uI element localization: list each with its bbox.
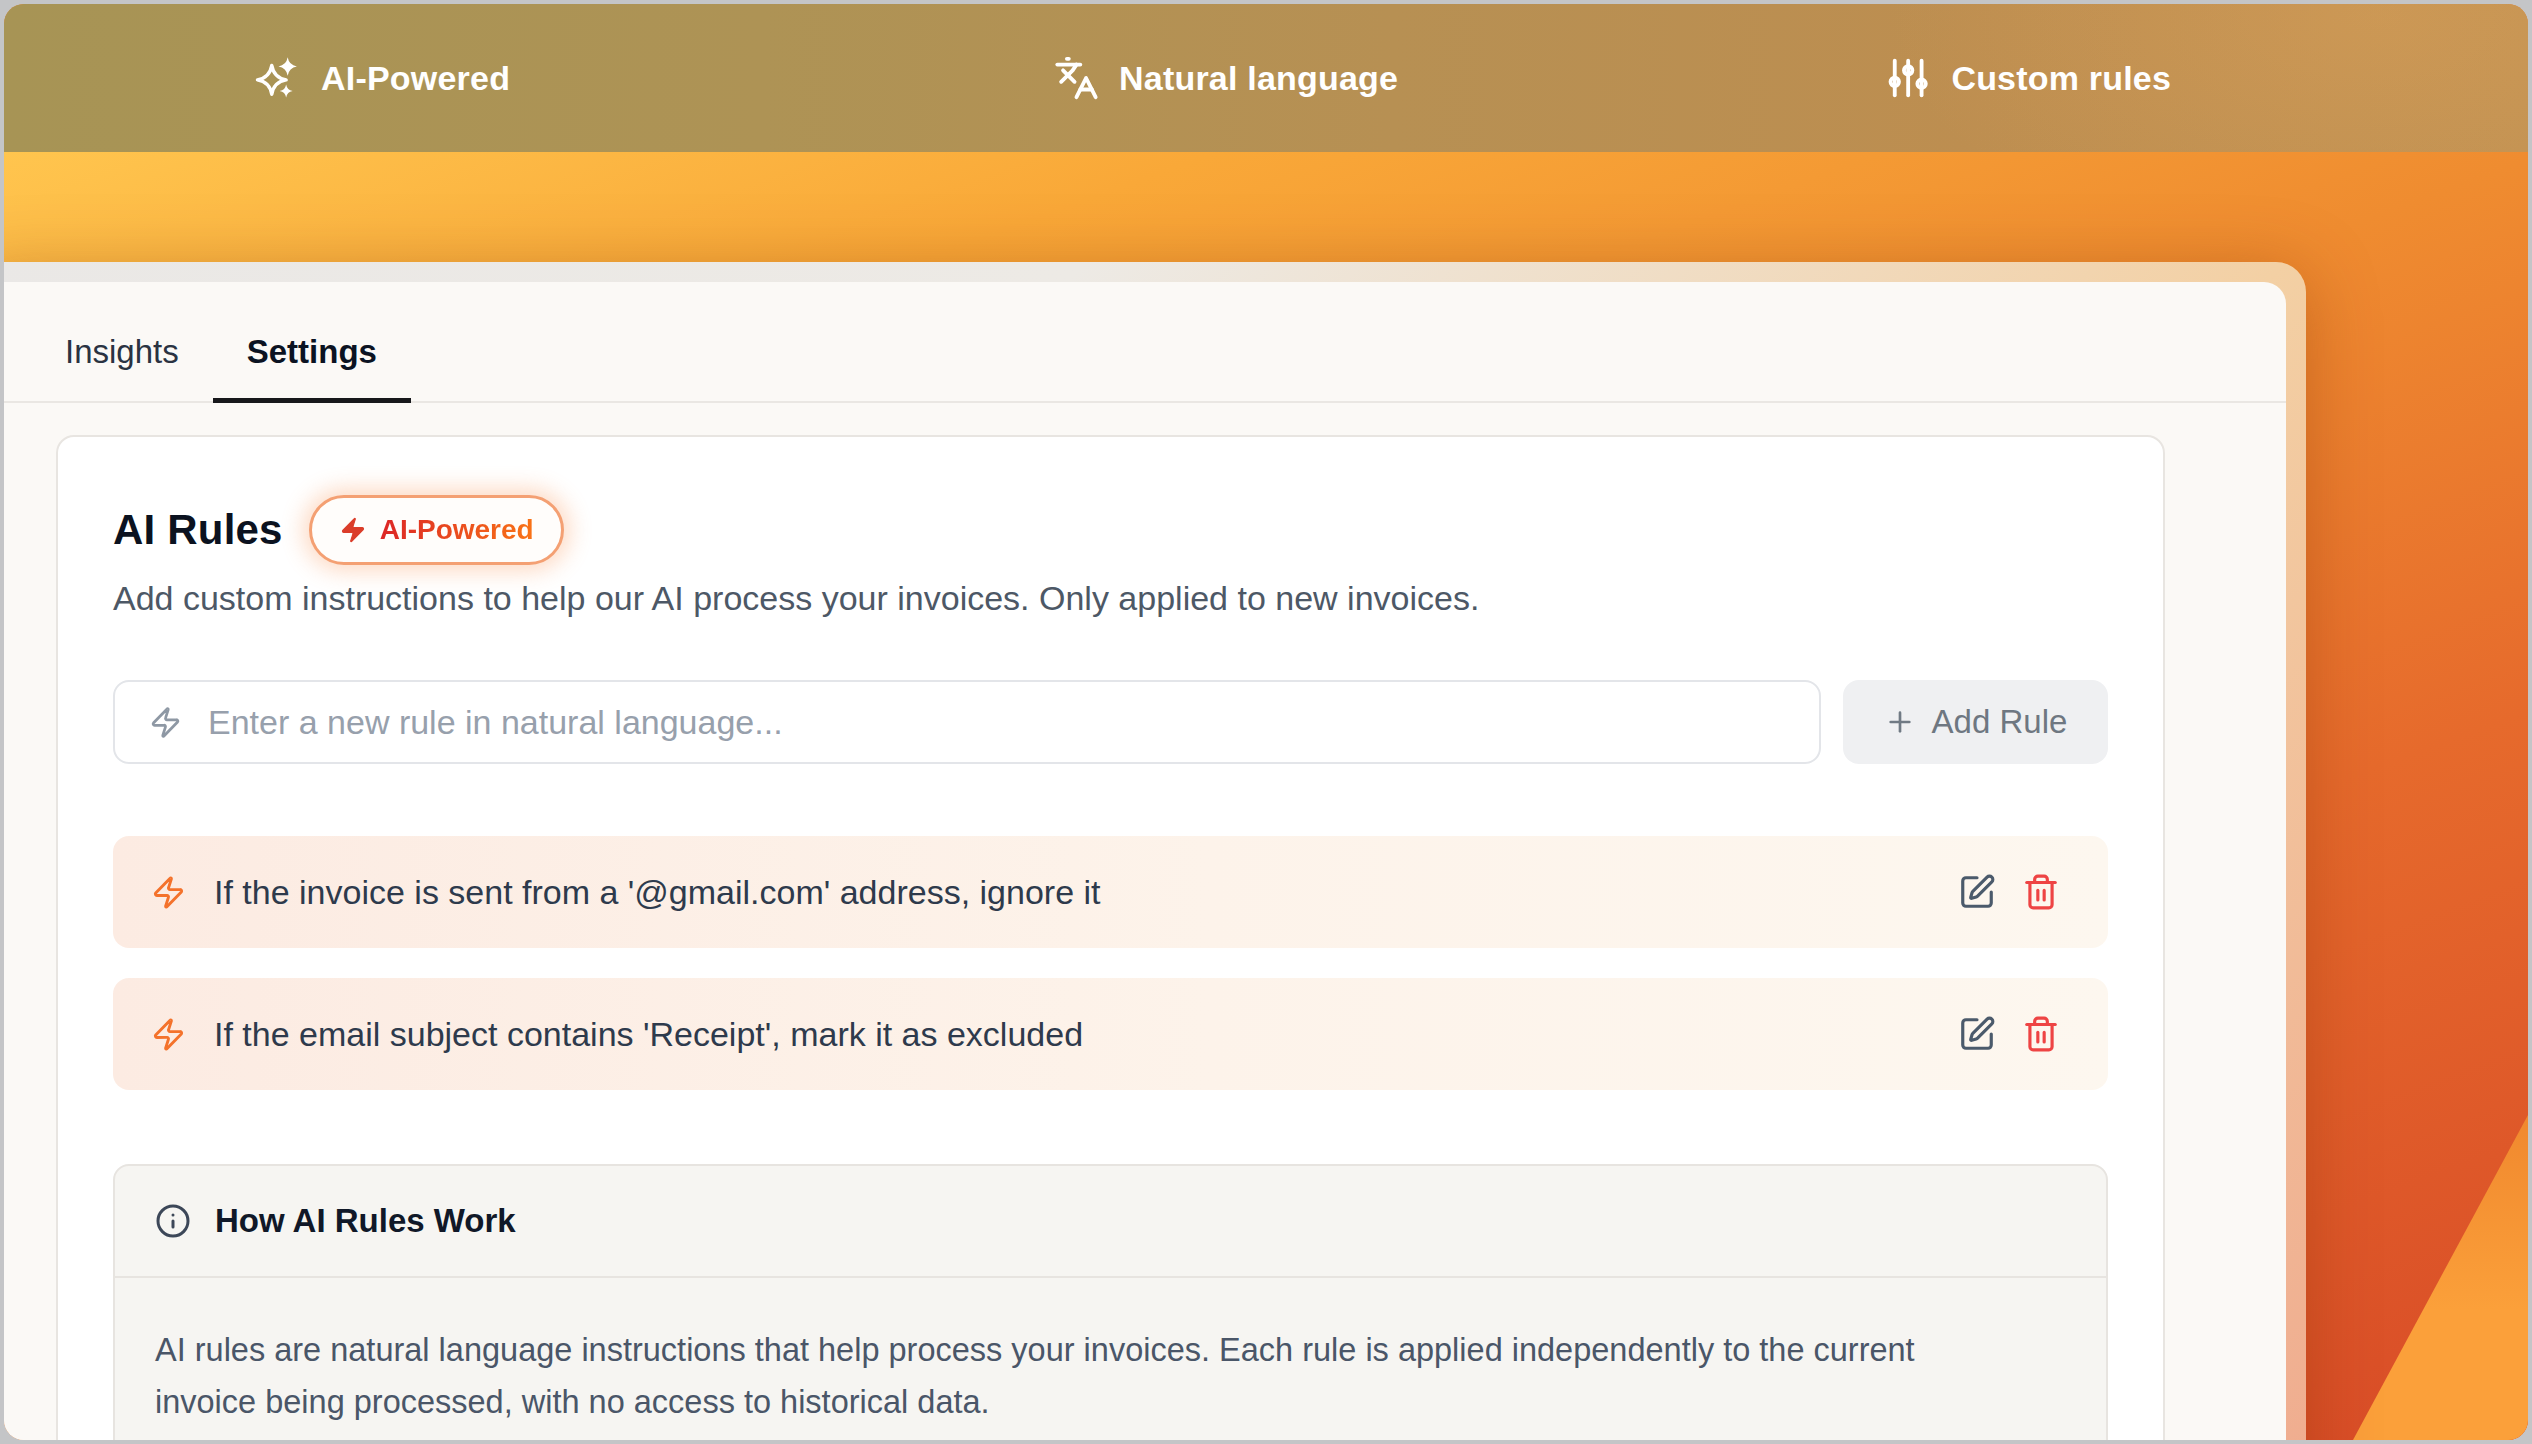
zap-icon xyxy=(151,1017,186,1052)
screenshot-frame: AI-Powered Natural language Custom rules… xyxy=(4,4,2528,1440)
zap-icon xyxy=(339,516,367,544)
card-title: AI Rules xyxy=(113,506,283,554)
banner-label: AI-Powered xyxy=(321,59,510,98)
banner-item-custom-rules: Custom rules xyxy=(1885,4,2171,152)
tab-insights[interactable]: Insights xyxy=(31,333,213,401)
rule-text: If the email subject contains 'Receipt',… xyxy=(214,1015,1958,1054)
how-title: How AI Rules Work xyxy=(215,1202,516,1240)
delete-rule-button[interactable] xyxy=(2022,1015,2060,1053)
banner-item-natural-language: Natural language xyxy=(1053,4,1398,152)
new-rule-input[interactable] xyxy=(208,703,1785,742)
zap-icon xyxy=(151,875,186,910)
sparkles-icon xyxy=(255,55,301,101)
edit-icon xyxy=(1958,1015,1996,1053)
tab-bar: Insights Settings xyxy=(4,282,2286,403)
how-header: How AI Rules Work xyxy=(115,1166,2106,1278)
ai-powered-badge: AI-Powered xyxy=(309,495,564,565)
feature-banner: AI-Powered Natural language Custom rules xyxy=(4,4,2528,152)
zap-icon xyxy=(149,706,182,739)
banner-label: Custom rules xyxy=(1951,59,2171,98)
rule-input-wrap xyxy=(113,680,1821,764)
edit-rule-button[interactable] xyxy=(1958,1015,1996,1053)
languages-icon xyxy=(1053,55,1099,101)
sliders-icon xyxy=(1885,55,1931,101)
rule-row: If the invoice is sent from a '@gmail.co… xyxy=(113,836,2108,948)
trash-icon xyxy=(2022,1015,2060,1053)
info-icon xyxy=(155,1203,191,1239)
trash-icon xyxy=(2022,873,2060,911)
card-description: Add custom instructions to help our AI p… xyxy=(113,579,2108,618)
tab-settings[interactable]: Settings xyxy=(213,333,411,401)
app-content: Insights Settings AI Rules AI-Powered Ad… xyxy=(4,282,2286,1440)
add-rule-button[interactable]: Add Rule xyxy=(1843,680,2108,764)
badge-label: AI-Powered xyxy=(380,514,534,546)
edit-icon xyxy=(1958,873,1996,911)
rule-row: If the email subject contains 'Receipt',… xyxy=(113,978,2108,1090)
rule-text: If the invoice is sent from a '@gmail.co… xyxy=(214,873,1958,912)
wallpaper-triangle xyxy=(2353,1115,2528,1440)
ai-rules-card: AI Rules AI-Powered Add custom instructi… xyxy=(56,435,2165,1440)
banner-item-ai-powered: AI-Powered xyxy=(255,4,510,152)
delete-rule-button[interactable] xyxy=(2022,873,2060,911)
how-body: AI rules are natural language instructio… xyxy=(115,1278,2106,1440)
plus-icon xyxy=(1884,706,1916,738)
add-rule-label: Add Rule xyxy=(1932,703,2068,741)
rules-list: If the invoice is sent from a '@gmail.co… xyxy=(113,836,2108,1090)
banner-label: Natural language xyxy=(1119,59,1398,98)
how-ai-rules-work-box: How AI Rules Work AI rules are natural l… xyxy=(113,1164,2108,1440)
edit-rule-button[interactable] xyxy=(1958,873,1996,911)
app-window: Insights Settings AI Rules AI-Powered Ad… xyxy=(4,262,2306,1440)
